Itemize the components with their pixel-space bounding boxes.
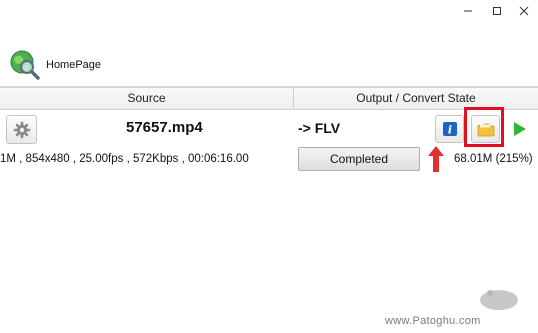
close-button[interactable] xyxy=(516,3,532,19)
watermark-logo xyxy=(480,290,518,310)
gear-icon xyxy=(13,121,30,138)
close-icon xyxy=(519,6,529,16)
svg-text:i: i xyxy=(447,124,451,137)
settings-button[interactable] xyxy=(6,115,37,144)
play-button[interactable] xyxy=(505,115,534,143)
grid-header: Source Output / Convert State xyxy=(0,87,538,110)
globe-magnifier-icon xyxy=(10,50,40,80)
source-file-info: 1M , 854x480 , 25.00fps , 572Kbps , 00:0… xyxy=(0,153,249,165)
file-info-button[interactable]: i xyxy=(435,115,464,143)
maximize-button[interactable] xyxy=(489,3,505,19)
column-header-output[interactable]: Output / Convert State xyxy=(294,88,538,109)
homepage-button[interactable]: HomePage xyxy=(8,47,101,83)
minimize-button[interactable] xyxy=(460,3,476,19)
minimize-icon xyxy=(464,10,472,12)
convert-status-button[interactable]: Completed xyxy=(298,147,420,171)
source-filename: 57657.mp4 xyxy=(126,119,203,136)
output-size-value: 68.01M xyxy=(454,153,493,165)
homepage-label: HomePage xyxy=(46,59,102,71)
output-size-percent: (215%) xyxy=(495,153,533,165)
column-header-source[interactable]: Source xyxy=(0,88,294,109)
play-icon xyxy=(513,122,526,136)
info-icon: i xyxy=(442,122,457,137)
highlight-annotation xyxy=(464,107,504,147)
output-size: 68.01M (215%) xyxy=(454,153,533,165)
maximize-icon xyxy=(493,7,501,15)
target-format: -> FLV xyxy=(298,120,341,136)
up-arrow-icon xyxy=(428,146,444,172)
watermark-text: www.Patoghu.com xyxy=(385,315,481,327)
